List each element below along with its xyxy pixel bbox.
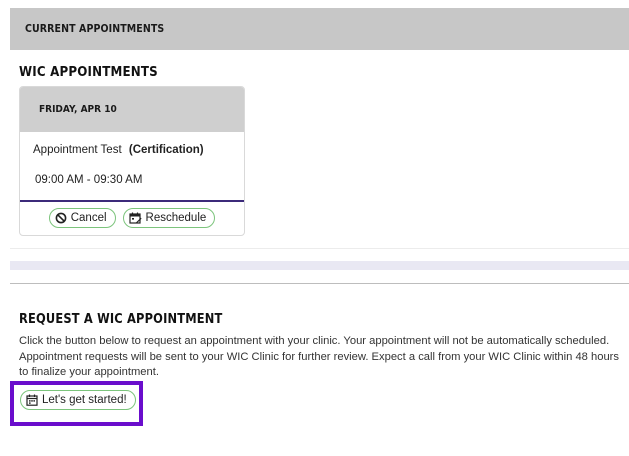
appointments-page: CURRENT APPOINTMENTS WIC APPOINTMENTS FR… bbox=[0, 0, 629, 456]
calendar-icon bbox=[26, 394, 38, 406]
section-divider bbox=[10, 248, 629, 249]
reschedule-label: Reschedule bbox=[145, 212, 207, 224]
spacer-strip bbox=[10, 261, 629, 270]
request-appointment-title: REQUEST A WIC APPOINTMENT bbox=[19, 312, 223, 327]
current-appointments-header: CURRENT APPOINTMENTS bbox=[10, 8, 629, 50]
wic-appointments-title: WIC APPOINTMENTS bbox=[19, 64, 158, 80]
cancel-button[interactable]: Cancel bbox=[48, 208, 116, 228]
appointment-date-header: FRIDAY, APR 10 bbox=[20, 87, 244, 132]
request-appointment-description: Click the button below to request an app… bbox=[19, 335, 619, 378]
current-appointments-title: CURRENT APPOINTMENTS bbox=[25, 23, 165, 35]
calendar-edit-icon bbox=[128, 212, 142, 224]
get-started-label: Let's get started! bbox=[42, 394, 127, 406]
appointment-time: 09:00 AM - 09:30 AM bbox=[35, 174, 143, 186]
appointment-date: FRIDAY, APR 10 bbox=[39, 104, 117, 115]
appointment-actions: Cancel Reschedule bbox=[20, 208, 244, 228]
appointment-type: (Certification) bbox=[128, 144, 204, 156]
appointment-name: Appointment Test bbox=[33, 144, 122, 156]
cancel-circle-icon bbox=[55, 212, 67, 224]
card-divider bbox=[20, 200, 244, 202]
section-divider bbox=[10, 283, 629, 284]
reschedule-button[interactable]: Reschedule bbox=[122, 208, 216, 228]
focus-highlight: Let's get started! bbox=[10, 381, 143, 426]
get-started-button[interactable]: Let's get started! bbox=[20, 390, 136, 410]
appointment-name-line: Appointment Test (Certification) bbox=[33, 144, 204, 156]
appointment-card: FRIDAY, APR 10 Appointment Test (Certifi… bbox=[19, 86, 245, 236]
cancel-label: Cancel bbox=[70, 212, 107, 224]
